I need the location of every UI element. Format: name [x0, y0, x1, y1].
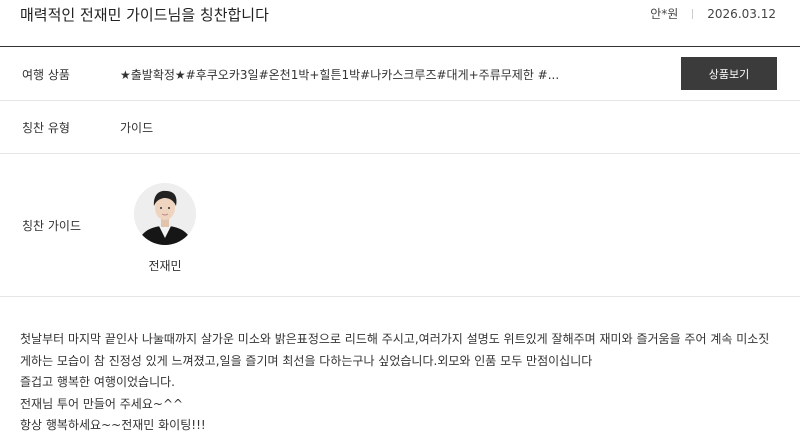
review-meta: 안*원 2026.03.12 [650, 5, 776, 22]
review-date: 2026.03.12 [707, 6, 776, 21]
product-label: 여행 상품 [22, 68, 70, 82]
guide-name: 전재민 [148, 259, 182, 273]
review-line: 게하는 모습이 참 진정성 있게 느껴졌고,일을 즐기며 최선을 다하는구나 싶… [20, 353, 593, 368]
review-line: 항상 행복하세요~~전재민 화이팅!!! [20, 418, 206, 432]
review-header: 매력적인 전재민 가이드님을 칭찬합니다 안*원 2026.03.12 [0, 0, 800, 47]
review-title: 매력적인 전재민 가이드님을 칭찬합니다 [20, 6, 269, 24]
type-value: 가이드 [120, 121, 154, 135]
product-row: 여행 상품 ★출발확정★#후쿠오카3일#온천1박+힐튼1박#나카스크루즈#대게+… [0, 47, 800, 101]
review-body: 첫날부터 마지막 끝인사 나눌때까지 살가운 미소와 밝은표정으로 리드해 주시… [20, 329, 790, 437]
guide-label: 칭찬 가이드 [22, 219, 82, 233]
review-line: 즐겁고 행복한 여행이었습니다. [20, 375, 175, 389]
guide-avatar [134, 183, 196, 245]
author-name: 안*원 [650, 7, 679, 21]
type-row: 칭찬 유형 가이드 [0, 101, 800, 154]
type-label: 칭찬 유형 [22, 121, 70, 135]
guide-row: 칭찬 가이드 [0, 154, 800, 297]
review-line: 전재님 투어 만들어 주세요~^^ [20, 396, 184, 411]
guide-portrait-icon [134, 183, 196, 245]
review-line: 첫날부터 마지막 끝인사 나눌때까지 살가운 미소와 밝은표정으로 리드해 주시… [20, 332, 770, 346]
meta-divider [692, 8, 694, 19]
view-product-button[interactable]: 상품보기 [681, 57, 777, 90]
product-value[interactable]: ★출발확정★#후쿠오카3일#온천1박+힐튼1박#나카스크루즈#대게+주류무제한 … [120, 66, 559, 83]
